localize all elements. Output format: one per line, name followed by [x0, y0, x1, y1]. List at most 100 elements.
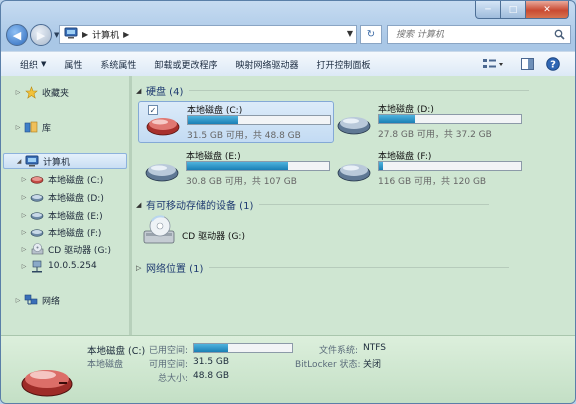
nav-network-location[interactable]: ▷ 10.0.5.254: [19, 258, 97, 274]
nav-favorites[interactable]: ▷ 收藏夹: [13, 84, 69, 100]
organize-label: 组织: [20, 60, 39, 71]
svg-text:?: ?: [550, 60, 556, 71]
details-capacity-bar: [193, 343, 293, 353]
capacity-bar: [378, 161, 522, 171]
expand-arrow-icon[interactable]: ▷: [19, 176, 29, 183]
drive-tile-d[interactable]: 本地磁盘 (D:) 27.8 GB 可用，共 37.2 GB: [330, 101, 526, 143]
free-space-text: 30.8 GB 可用，共 107 GB: [186, 177, 297, 187]
expand-arrow-icon[interactable]: ▷: [19, 263, 29, 270]
breadcrumb-computer[interactable]: 计算机: [92, 28, 119, 41]
drive-tile-f[interactable]: 本地磁盘 (F:) 116 GB 可用，共 120 GB: [330, 148, 526, 190]
details-fs-label: 文件系统:: [319, 346, 359, 356]
nav-drive-d-label: 本地磁盘 (D:): [48, 193, 104, 204]
group-title: 硬盘 (4): [146, 87, 184, 98]
nav-drive-g[interactable]: ▷ CD 驱动器 (G:): [19, 241, 111, 257]
drive-name: CD 驱动器 (G:): [182, 232, 245, 242]
organize-button[interactable]: 组织 ▼: [11, 58, 55, 71]
nav-buttons: ◀ ▶ ▼: [6, 24, 59, 46]
details-bitlocker-value: 关闭: [363, 360, 382, 370]
nav-libraries-label: 库: [42, 123, 52, 134]
drive-tile-g[interactable]: CD 驱动器 (G:): [138, 215, 334, 249]
collapse-arrow-icon[interactable]: ◢: [14, 158, 24, 165]
help-button[interactable]: ?: [545, 56, 561, 72]
expand-arrow-icon: ▷: [136, 263, 142, 272]
expand-arrow-icon[interactable]: ▷: [13, 297, 23, 304]
group-header-network-locations[interactable]: ▷ 网络位置 (1): [136, 260, 510, 275]
hard-drive-icon: [29, 228, 45, 237]
details-pane: 本地磁盘 (C:) 本地磁盘 已用空间: 可用空间: 31.5 GB 总大小: …: [1, 335, 575, 403]
address-bar[interactable]: ▶ 计算机 ▶ ▼: [59, 25, 357, 44]
capacity-bar: [186, 161, 330, 171]
nav-drive-f[interactable]: ▷ 本地磁盘 (F:): [19, 224, 102, 240]
search-box[interactable]: [387, 25, 571, 44]
help-icon: ?: [546, 57, 560, 71]
explorer-window: ─ □ ✕ ◀ ▶ ▼ ▶ 计算机 ▶ ▼ ↻ 组织▼ 属性 系统属性: [0, 0, 576, 404]
star-icon: [23, 85, 39, 99]
navigation-pane: ▷ 收藏夹 ▷ 库 ◢ 计算机 ▷ 本地磁盘 (C:) ▷ 本地磁盘 (D:) …: [1, 76, 129, 335]
address-dropdown[interactable]: ▼: [347, 29, 353, 38]
nav-drive-d[interactable]: ▷ 本地磁盘 (D:): [19, 189, 104, 205]
details-drive-name: 本地磁盘 (C:): [87, 346, 146, 357]
system-properties-button[interactable]: 系统属性: [91, 58, 145, 71]
network-drive-icon: [29, 260, 45, 273]
map-network-drive-button[interactable]: 映射网络驱动器: [226, 58, 307, 71]
chevron-down-icon: ▼: [41, 60, 47, 68]
details-avail-value: 31.5 GB: [193, 357, 230, 367]
breadcrumb-separator[interactable]: ▶: [123, 30, 129, 39]
capacity-bar: [187, 115, 331, 125]
expand-arrow-icon[interactable]: ▷: [13, 89, 23, 96]
hard-drive-icon: [29, 193, 45, 202]
library-icon: [23, 121, 39, 133]
uninstall-button[interactable]: 卸载或更改程序: [145, 58, 226, 71]
hard-drive-icon: [29, 175, 45, 184]
free-space-text: 31.5 GB 可用，共 48.8 GB: [187, 131, 301, 141]
search-input[interactable]: [394, 28, 558, 41]
group-header-hard-disks[interactable]: ◢ 硬盘 (4): [136, 83, 530, 98]
refresh-icon: ↻: [366, 29, 376, 40]
drive-tile-e[interactable]: 本地磁盘 (E:) 30.8 GB 可用，共 107 GB: [138, 148, 334, 190]
collapse-arrow-icon: ◢: [136, 86, 142, 95]
maximize-button[interactable]: □: [501, 1, 526, 19]
group-divider: [209, 267, 510, 268]
expand-arrow-icon[interactable]: ▷: [19, 246, 29, 253]
expand-arrow-icon[interactable]: ▷: [19, 194, 29, 201]
breadcrumb-separator[interactable]: ▶: [82, 30, 88, 39]
search-icon[interactable]: [554, 29, 565, 43]
nav-network[interactable]: ▷ 网络: [13, 292, 60, 308]
hard-drive-icon: [29, 211, 45, 220]
close-button[interactable]: ✕: [526, 1, 569, 19]
arrow-right-icon: ▶: [36, 28, 46, 42]
expand-arrow-icon[interactable]: ▷: [13, 124, 23, 131]
view-options-button[interactable]: [481, 56, 505, 72]
forward-button[interactable]: ▶: [30, 24, 52, 46]
nav-libraries[interactable]: ▷ 库: [13, 119, 51, 135]
refresh-button[interactable]: ↻: [360, 25, 382, 44]
drive-tile-c[interactable]: ✓ 本地磁盘 (C:) 31.5 GB 可用，共 48.8 GB: [138, 101, 334, 143]
expand-arrow-icon[interactable]: ▷: [19, 212, 29, 219]
minimize-button[interactable]: ─: [475, 1, 501, 19]
nav-drive-e[interactable]: ▷ 本地磁盘 (E:): [19, 207, 103, 223]
group-title: 网络位置 (1): [146, 264, 204, 275]
properties-button[interactable]: 属性: [55, 58, 91, 71]
caption-buttons: ─ □ ✕: [475, 1, 569, 19]
nav-drive-c-label: 本地磁盘 (C:): [48, 175, 104, 186]
nav-drive-f-label: 本地磁盘 (F:): [48, 228, 102, 239]
preview-pane-icon: [520, 58, 534, 70]
preview-pane-button[interactable]: [519, 56, 535, 72]
hard-drive-icon: [336, 158, 372, 185]
content-pane: ◢ 硬盘 (4) ✓ 本地磁盘 (C:) 31.5 GB 可用，共 48.8 G…: [132, 76, 575, 335]
hard-drive-icon: [145, 112, 181, 139]
expand-arrow-icon[interactable]: ▷: [19, 229, 29, 236]
group-header-removable[interactable]: ◢ 有可移动存储的设备 (1): [136, 197, 490, 212]
command-bar: 组织 ▼ 属性 系统属性 卸载或更改程序 映射网络驱动器 打开控制面板 ?: [1, 51, 575, 77]
nav-computer-label: 计算机: [43, 157, 71, 168]
capacity-bar: [378, 114, 522, 124]
group-title: 有可移动存储的设备 (1): [146, 201, 254, 212]
back-button[interactable]: ◀: [6, 24, 28, 46]
details-fs-value: NTFS: [363, 343, 386, 353]
nav-computer[interactable]: ◢ 计算机: [3, 153, 127, 169]
nav-drive-c[interactable]: ▷ 本地磁盘 (C:): [19, 171, 104, 187]
selected-drive-icon: [19, 352, 75, 403]
open-control-panel-button[interactable]: 打开控制面板: [307, 58, 379, 71]
network-icon: [23, 294, 39, 306]
